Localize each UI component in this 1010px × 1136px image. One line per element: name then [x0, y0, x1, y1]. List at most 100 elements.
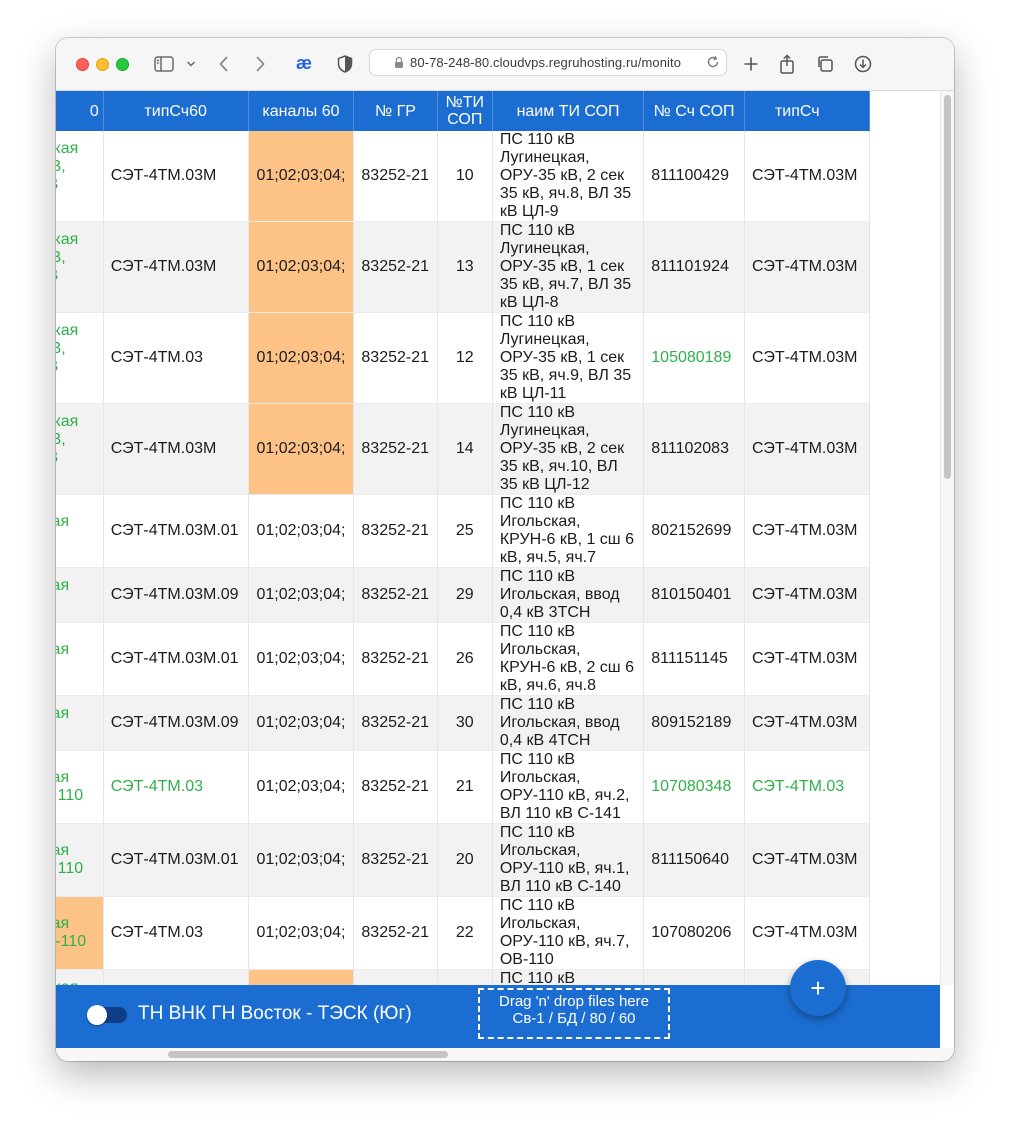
ti-sop-name-cell[interactable]: ПС 110 кВ Игольская, ОРУ-110 кВ, яч.2, В…	[492, 750, 645, 824]
meter-sop-number-cell[interactable]: 811100429	[643, 131, 745, 222]
channels-60-cell[interactable]: 01;02;03;04;	[248, 494, 355, 568]
channels-60-cell[interactable]: 01;02;03;04;	[248, 622, 355, 696]
gr-number-cell[interactable]: 83252-21	[353, 750, 438, 824]
file-dropzone[interactable]: Drag 'n' drop files here Св-1 / БД / 80 …	[478, 988, 670, 1039]
downloads-icon[interactable]	[852, 52, 874, 76]
meter-sop-number-cell[interactable]: 107080206	[643, 896, 745, 970]
gr-number-cell[interactable]: 83252-21	[353, 567, 438, 623]
column-header[interactable]: 0	[56, 91, 104, 131]
channels-60-cell[interactable]: 01;02;03;04;	[248, 403, 355, 495]
ti-sop-number-cell[interactable]: 14	[437, 403, 493, 495]
point-name-cell[interactable]: Лугинецкая сек 35 кВ, ВЛ 35 кВ ЦЛ-12	[56, 403, 104, 495]
meter-sop-number-cell[interactable]: 811102083	[643, 403, 745, 495]
meter-type-60-cell[interactable]: СЭТ-4ТМ.03М	[103, 403, 249, 495]
channels-60-cell[interactable]: 01;02;03;04;	[248, 567, 355, 623]
point-name-cell[interactable]: Игольская яч.2, ВЛ 110	[56, 750, 104, 824]
column-header[interactable]: № ГР	[353, 91, 438, 131]
meter-sop-number-cell[interactable]: 811101924	[643, 221, 745, 313]
meter-type-sop-cell[interactable]: СЭТ-4ТМ.03М	[744, 622, 871, 696]
point-name-cell[interactable]: Игольская 4ТСН	[56, 695, 104, 751]
ti-sop-number-cell[interactable]: 26	[437, 622, 493, 696]
gr-number-cell[interactable]: 83252-21	[353, 403, 438, 495]
meter-sop-number-cell[interactable]: 809152189	[643, 695, 745, 751]
ti-sop-number-cell[interactable]: 29	[437, 567, 493, 623]
mode-toggle[interactable]	[87, 1005, 127, 1025]
ti-sop-name-cell[interactable]: ПС 110 кВ Лугинецкая, ОРУ-35 кВ, 2 сек 3…	[492, 131, 645, 222]
meter-type-sop-cell[interactable]: СЭТ-4ТМ.03М	[744, 312, 871, 404]
sidebar-toggle-icon[interactable]	[152, 52, 176, 76]
address-bar[interactable]: 80-78-248-80.cloudvps.regruhosting.ru/mo…	[369, 49, 727, 76]
ti-sop-name-cell[interactable]: ПС 110 кВ Игольская, КРУН-6 кВ, 2 сш 6 к…	[492, 622, 645, 696]
meter-type-60-cell[interactable]: СЭТ-4ТМ.03М.09	[103, 695, 249, 751]
ti-sop-name-cell[interactable]: ПС 110 кВ Игольская, ОРУ-110 кВ, яч.1, В…	[492, 823, 645, 897]
column-header[interactable]: типСч60	[103, 91, 249, 131]
meter-type-60-cell[interactable]: СЭТ-4ТМ.03М	[103, 221, 249, 313]
ti-sop-number-cell[interactable]: 30	[437, 695, 493, 751]
ti-sop-name-cell[interactable]: ПС 110 кВ Игольская, ввод 0,4 кВ 3ТСН	[492, 567, 645, 623]
ti-sop-number-cell[interactable]: 21	[437, 750, 493, 824]
ti-sop-number-cell[interactable]: 20	[437, 823, 493, 897]
meter-sop-number-cell[interactable]: 811151145	[643, 622, 745, 696]
ti-sop-name-cell[interactable]: ПС 110 кВ Лугинецкая, ОРУ-35 кВ, 1 сек 3…	[492, 221, 645, 313]
table-row[interactable]: Игольская 3ТСНСЭТ-4ТМ.03М.0901;02;03;04;…	[56, 567, 871, 623]
meter-type-60-cell[interactable]: СЭТ-4ТМ.03М.01	[103, 494, 249, 568]
table-row[interactable]: Лугинецкая сек 35 кВ, ВЛ 35 кВ ЦЛ-12СЭТ-…	[56, 403, 871, 495]
horizontal-scrollbar-thumb[interactable]	[168, 1051, 448, 1058]
table-row[interactable]: Игольская яч.1, ВЛ 110СЭТ-4ТМ.03М.0101;0…	[56, 823, 871, 897]
table-row[interactable]: Лугинецкая сек 35 кВ, ВЛ 35 кВ ЦЛ-11СЭТ-…	[56, 312, 871, 404]
zoom-window-button[interactable]	[116, 58, 129, 71]
ti-sop-number-cell[interactable]: 10	[437, 131, 493, 222]
point-name-cell[interactable]: Игольская сш 6 кВ,	[56, 622, 104, 696]
minimize-window-button[interactable]	[96, 58, 109, 71]
vertical-scrollbar-thumb[interactable]	[944, 95, 951, 479]
point-name-cell[interactable]: Лугинецкая сек 35 кВ, ВЛ 35 кВ ЦЛ-9	[56, 131, 104, 222]
meter-type-60-cell[interactable]: СЭТ-4ТМ.03	[103, 312, 249, 404]
gr-number-cell[interactable]: 83252-21	[353, 131, 438, 222]
gr-number-cell[interactable]: 83252-21	[353, 494, 438, 568]
meter-type-sop-cell[interactable]: СЭТ-4ТМ.03М	[744, 131, 871, 222]
ti-sop-name-cell[interactable]: ПС 110 кВ Лугинецкая, ОРУ-35 кВ, 1 сек 3…	[492, 312, 645, 404]
channels-60-cell[interactable]: 01;02;03;04;	[248, 131, 355, 222]
meter-sop-number-cell[interactable]: 107080348	[643, 750, 745, 824]
channels-60-cell[interactable]: 01;02;03;04;	[248, 695, 355, 751]
meter-type-60-cell[interactable]: СЭТ-4ТМ.03М	[103, 969, 249, 985]
horizontal-scrollbar[interactable]	[56, 1048, 954, 1061]
meter-type-sop-cell[interactable]: СЭТ-4ТМ.03М	[744, 823, 871, 897]
ti-sop-name-cell[interactable]: ПС 110 кВ Лугинецкая, ОРУ-35 кВ, 2 сек 3…	[492, 403, 645, 495]
point-name-cell[interactable]: Лугинецкая сек 35 кВ, ВЛ 35 кВ ЦЛ-11	[56, 312, 104, 404]
ti-sop-name-cell[interactable]: ПС 110 кВ Лугинецкая, ОРУ-35 кВ, 1 сек 3…	[492, 969, 645, 985]
table-row[interactable]: Игольская яч.7, ОВ-110СЭТ-4ТМ.0301;02;03…	[56, 896, 871, 970]
ti-sop-number-cell[interactable]: 15	[437, 969, 493, 985]
meter-type-sop-cell[interactable]: СЭТ-4ТМ.03М	[744, 221, 871, 313]
gr-number-cell[interactable]: 83252-21	[353, 622, 438, 696]
toggle-knob[interactable]	[87, 1005, 107, 1025]
add-button[interactable]: +	[790, 960, 846, 1016]
ti-sop-number-cell[interactable]: 25	[437, 494, 493, 568]
table-row[interactable]: Лугинецкая сек 35 кВ, ВЛ 35 кВ ЦЛ-5СЭТ-4…	[56, 969, 871, 985]
close-window-button[interactable]	[76, 58, 89, 71]
point-name-cell[interactable]: Игольская яч.7, ОВ-110	[56, 896, 104, 970]
ti-sop-name-cell[interactable]: ПС 110 кВ Игольская, ввод 0,4 кВ 4ТСН	[492, 695, 645, 751]
table-row[interactable]: Лугинецкая сек 35 кВ, ВЛ 35 кВ ЦЛ-9 СЭТ-4…	[56, 131, 871, 222]
meter-type-sop-cell[interactable]: СЭТ-4ТМ.03М	[744, 567, 871, 623]
point-name-cell[interactable]: Игольская яч.1, ВЛ 110	[56, 823, 104, 897]
channels-60-cell[interactable]: 01;02;03;04;	[248, 823, 355, 897]
new-tab-icon[interactable]	[740, 52, 762, 76]
column-header[interactable]: типСч	[744, 91, 871, 131]
meter-sop-number-cell[interactable]: 811150640	[643, 823, 745, 897]
chevron-down-icon[interactable]	[184, 52, 198, 76]
ti-sop-number-cell[interactable]: 13	[437, 221, 493, 313]
column-header[interactable]: наим ТИ СОП	[492, 91, 645, 131]
point-name-cell[interactable]: Игольская 3ТСН	[56, 567, 104, 623]
ti-sop-name-cell[interactable]: ПС 110 кВ Игольская, ОРУ-110 кВ, яч.7, О…	[492, 896, 645, 970]
meter-type-60-cell[interactable]: СЭТ-4ТМ.03М.01	[103, 823, 249, 897]
table-row[interactable]: Игольская сш 6 кВ,СЭТ-4ТМ.03М.0101;02;03…	[56, 494, 871, 568]
meter-type-60-cell[interactable]: СЭТ-4ТМ.03М.01	[103, 622, 249, 696]
point-name-cell[interactable]: Лугинецкая сек 35 кВ, ВЛ 35 кВ ЦЛ-5	[56, 969, 104, 985]
gr-number-cell[interactable]: 83252-21	[353, 312, 438, 404]
table-row[interactable]: Игольская 4ТСНСЭТ-4ТМ.03М.0901;02;03;04;…	[56, 695, 871, 751]
meter-type-60-cell[interactable]: СЭТ-4ТМ.03	[103, 750, 249, 824]
column-header[interactable]: каналы 60	[248, 91, 355, 131]
gr-number-cell[interactable]: 83252-21	[353, 221, 438, 313]
gr-number-cell[interactable]: 83252-21	[353, 896, 438, 970]
